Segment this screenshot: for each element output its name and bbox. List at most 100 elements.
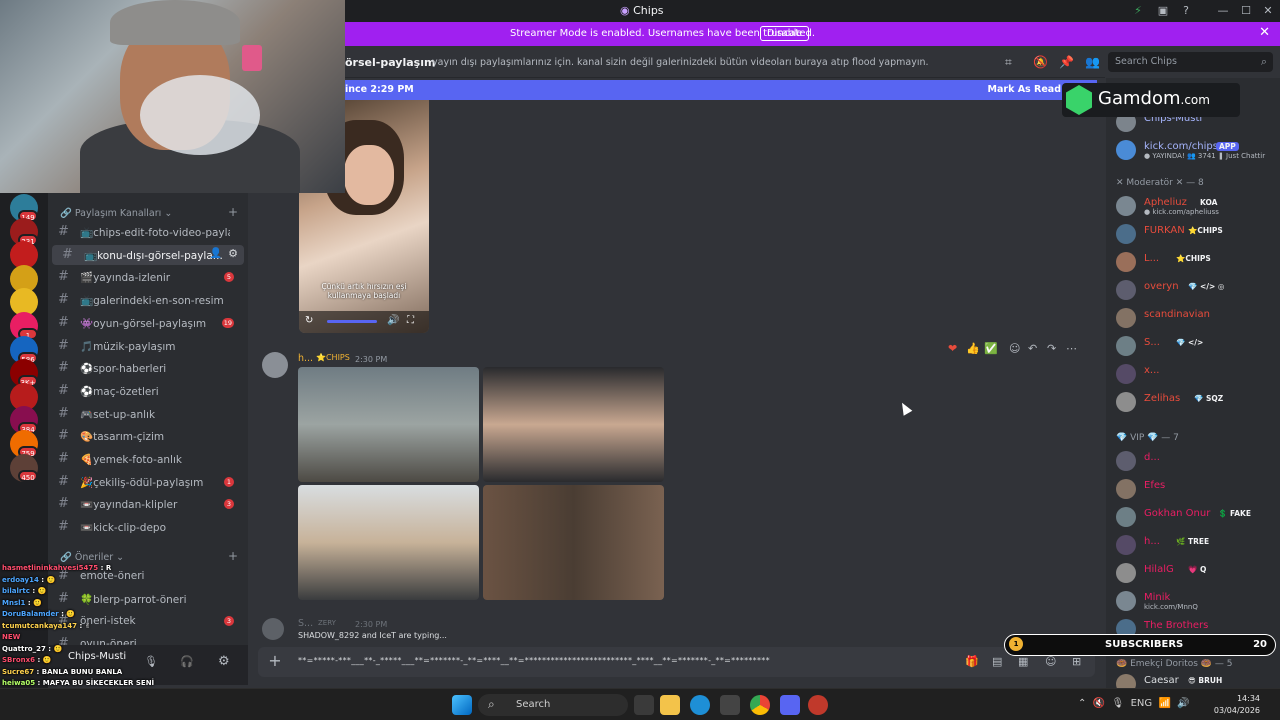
member-item[interactable]: Minik kick.com/MnnQ: [1106, 589, 1280, 613]
sticker-icon[interactable]: ▦: [1018, 655, 1028, 668]
member-item[interactable]: S... 💎 </>: [1106, 334, 1280, 358]
start-button[interactable]: [452, 695, 472, 715]
member-item[interactable]: scandinavian: [1106, 306, 1280, 330]
nitro-icon[interactable]: ⚡: [1130, 3, 1146, 19]
system-clock[interactable]: 14:34 03/04/2026: [1214, 693, 1260, 717]
file-explorer-icon[interactable]: [660, 695, 680, 715]
system-tray[interactable]: ⌃ 🔇 🎙 ENG 📶 🔊: [1078, 698, 1190, 709]
volume-icon[interactable]: 🔊: [387, 315, 399, 326]
member-name: Apheliuz: [1144, 197, 1187, 208]
video-progress-bar[interactable]: [327, 320, 377, 323]
member-list-icon[interactable]: 👥: [1085, 55, 1100, 69]
thumbs-up-reaction-icon[interactable]: 👍: [966, 342, 980, 355]
headphones-icon[interactable]: 🎧: [180, 655, 194, 668]
channel-name: 🎉çekiliş-ödül-paylaşım: [80, 476, 204, 489]
edge-icon[interactable]: [690, 695, 710, 715]
disable-streamer-mode-button[interactable]: Disable: [760, 26, 810, 41]
member-item[interactable]: d...: [1106, 449, 1280, 473]
chrome-icon[interactable]: [750, 695, 770, 715]
close-window-button[interactable]: ✕: [1260, 3, 1276, 19]
maximize-button[interactable]: ☐: [1238, 3, 1254, 19]
channel-item[interactable]: # ⚽spor-haberleri: [48, 358, 244, 378]
channel-item[interactable]: # 🎉çekiliş-ödül-paylaşım 1: [48, 472, 244, 492]
member-item[interactable]: kick.com/chips APP ● YAYINDA! 👥 3741 ❚ Jus…: [1106, 138, 1280, 162]
member-item[interactable]: Zelihas 💎 SQZ: [1106, 390, 1280, 414]
inbox-icon[interactable]: ▣: [1155, 3, 1171, 19]
gift-icon[interactable]: 🎁: [965, 655, 979, 668]
member-item[interactable]: Gokhan Onur 💲 FAKE: [1106, 505, 1280, 529]
composer-text[interactable]: **=*****-***___**-_*****___**=*******-_*…: [298, 656, 770, 665]
member-name: The Brothers: [1144, 620, 1209, 631]
mark-as-read-button[interactable]: Mark As Read: [988, 84, 1061, 95]
member-item[interactable]: overyn 💎 </> ◎: [1106, 278, 1280, 302]
message-author[interactable]: S...: [298, 618, 313, 629]
threads-icon[interactable]: ⌗: [1005, 55, 1012, 70]
fullscreen-icon[interactable]: ⛶: [407, 315, 414, 326]
check-reaction-icon[interactable]: ✅: [984, 342, 998, 355]
chat-message: DoruBalamder : 🙂: [2, 610, 75, 618]
help-icon[interactable]: ?: [1178, 3, 1194, 19]
member-item[interactable]: Apheliuz KOA ● kick.com/apheliuss: [1106, 194, 1280, 218]
pin-icon[interactable]: 📌: [1059, 55, 1074, 69]
member-item[interactable]: x...: [1106, 362, 1280, 386]
channel-item[interactable]: # 📺galerindeki-en-son-resim: [48, 290, 244, 310]
task-view-icon[interactable]: [634, 695, 654, 715]
image-attachment[interactable]: [483, 485, 664, 600]
message-author[interactable]: h...: [298, 353, 313, 364]
minimize-button[interactable]: —: [1215, 3, 1231, 19]
store-icon[interactable]: [720, 695, 740, 715]
attach-plus-icon[interactable]: +: [266, 652, 284, 670]
language-indicator[interactable]: ENG: [1131, 698, 1153, 709]
channel-topic[interactable]: yayın dışı paylaşımlarınız için. kanal s…: [432, 57, 929, 68]
taskbar-search[interactable]: ⌕ Search: [478, 694, 628, 716]
channel-item[interactable]: # 🎵müzik-paylaşım: [48, 336, 244, 356]
new-messages-bar[interactable]: ince 2:29 PM Mark As Read: [345, 80, 1097, 100]
channel-item[interactable]: # 🍕yemek-foto-anlık: [48, 449, 244, 469]
channel-name: ⚽spor-haberleri: [80, 363, 167, 376]
member-role-tag: ⭐CHIPS: [1188, 226, 1223, 235]
channel-item[interactable]: # 📺chips-edit-foto-video-paylaş...: [48, 222, 244, 242]
message-input[interactable]: + **=*****-***___**-_*****___**=*******-…: [258, 647, 1095, 677]
chat-text: : 🙂: [58, 610, 76, 618]
discord-icon[interactable]: [780, 695, 800, 715]
apps-icon[interactable]: ⊞: [1072, 655, 1081, 668]
channel-item[interactable]: # 📼yayından-klipler 3: [48, 494, 244, 514]
image-attachment[interactable]: [298, 485, 479, 600]
image-attachment[interactable]: [298, 367, 479, 482]
member-item[interactable]: h... 🌿 TREE: [1106, 533, 1280, 557]
channel-item[interactable]: # 🎬yayında-izlenir 5: [48, 267, 244, 287]
channel-item[interactable]: # 👾oyun-görsel-paylaşım 19: [48, 313, 244, 333]
reply-icon[interactable]: ↶: [1028, 342, 1037, 355]
chat-message: tcumutcankaya147 : ✌: [2, 622, 91, 630]
close-banner-icon[interactable]: ✕: [1259, 25, 1270, 40]
heart-reaction-icon[interactable]: ❤: [948, 342, 957, 355]
channel-item[interactable]: # 📼kick-clip-depo: [48, 517, 244, 537]
member-item[interactable]: L... ⭐CHIPS: [1106, 250, 1280, 274]
app-icon[interactable]: [808, 695, 828, 715]
replay-icon[interactable]: ↻: [305, 315, 313, 326]
category-paylasim[interactable]: 🔗 Paylaşım Kanalları ⌄: [60, 208, 172, 219]
member-item[interactable]: Efes: [1106, 477, 1280, 501]
add-channel-icon[interactable]: +: [228, 205, 238, 219]
channel-item[interactable]: # 🎮set-up-anlık: [48, 404, 244, 424]
emoji-icon[interactable]: ☺: [1045, 655, 1056, 668]
member-item[interactable]: FURKAN ⭐CHIPS: [1106, 222, 1280, 246]
image-attachment[interactable]: [483, 367, 664, 482]
more-icon[interactable]: ⋯: [1066, 342, 1077, 355]
search-input[interactable]: Search Chips ⌕: [1108, 52, 1273, 72]
avatar[interactable]: [262, 352, 288, 378]
channel-item[interactable]: # 📺konu-dışı-görsel-payla... 👤 ⚙: [52, 244, 244, 265]
user-settings-gear-icon[interactable]: ⚙: [218, 654, 230, 669]
add-channel-icon[interactable]: +: [228, 549, 238, 563]
forward-icon[interactable]: ↷: [1047, 342, 1056, 355]
member-avatar: [1116, 224, 1136, 244]
notification-bell-icon[interactable]: 🔕: [1033, 55, 1048, 69]
gif-icon[interactable]: ▤: [992, 655, 1002, 668]
member-item[interactable]: HilalG 💗 Q: [1106, 561, 1280, 585]
channel-settings-gear-icon[interactable]: ⚙: [228, 247, 238, 260]
channel-item[interactable]: # 🎨tasarım-çizim: [48, 426, 244, 446]
channel-item[interactable]: # ⚽maç-özetleri: [48, 381, 244, 401]
avatar[interactable]: [262, 618, 284, 640]
invite-icon[interactable]: 👤: [210, 248, 222, 259]
add-reaction-icon[interactable]: ☺: [1009, 342, 1020, 355]
